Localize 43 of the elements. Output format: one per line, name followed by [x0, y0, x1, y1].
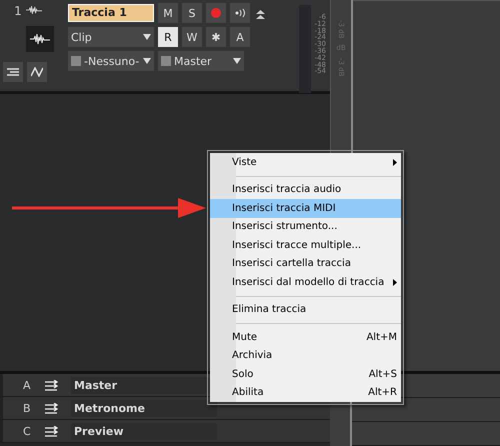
track-button[interactable]: ✱: [206, 27, 226, 47]
envelope-icon[interactable]: [27, 62, 47, 82]
track-button[interactable]: W: [182, 27, 202, 47]
speaker-icon: [233, 8, 247, 18]
bus-letter: C: [23, 424, 32, 438]
menu-item[interactable]: Inserisci traccia audio: [210, 180, 401, 199]
track-name-field[interactable]: Traccia 1: [68, 4, 154, 22]
record-icon: [211, 8, 221, 18]
submenu-arrow-icon: [393, 158, 397, 166]
monitor-button[interactable]: [230, 3, 250, 23]
submenu-arrow-icon: [393, 278, 397, 286]
menu-item[interactable]: Inserisci cartella traccia: [210, 254, 401, 273]
arrows-icon: [45, 426, 59, 436]
menu-item[interactable]: Inserisci dal modello di traccia: [210, 273, 401, 292]
caret-icon: [143, 58, 151, 64]
caret-icon: [233, 58, 241, 64]
bus-name[interactable]: Metronome: [71, 400, 217, 416]
track-button[interactable]: M: [158, 3, 178, 23]
arrow-icon: [12, 196, 206, 220]
menu-item[interactable]: Inserisci traccia MIDI: [210, 199, 401, 218]
clip-dropdown[interactable]: Clip: [68, 27, 154, 47]
arrows-icon: [45, 380, 59, 390]
waveform-icon: [26, 4, 42, 16]
track-number: 1: [14, 4, 22, 18]
bus-letter: A: [23, 378, 32, 392]
track-button[interactable]: A: [230, 27, 250, 47]
menu-item[interactable]: Inserisci strumento...: [210, 218, 401, 236]
collapse-icon[interactable]: [256, 10, 265, 19]
menu-item[interactable]: Archivia: [210, 346, 401, 365]
output-dropdown[interactable]: Master: [158, 51, 244, 71]
menu-item[interactable]: Viste: [210, 153, 401, 172]
menu-item[interactable]: Inserisci tracce multiple...: [210, 236, 401, 254]
track-button[interactable]: S: [182, 3, 202, 23]
list-icon[interactable]: [3, 62, 23, 82]
audio-track-icon: [26, 26, 54, 52]
bus-letter: B: [23, 402, 32, 414]
track-button[interactable]: R: [158, 27, 178, 47]
caret-icon: [143, 34, 151, 40]
menu-item[interactable]: Mute Alt+M: [210, 328, 401, 346]
bus-name[interactable]: Preview: [71, 422, 217, 440]
arrows-icon: [45, 402, 59, 414]
menu-item[interactable]: Elimina traccia: [210, 300, 401, 319]
input-dropdown[interactable]: -Nessuno-: [68, 51, 154, 71]
